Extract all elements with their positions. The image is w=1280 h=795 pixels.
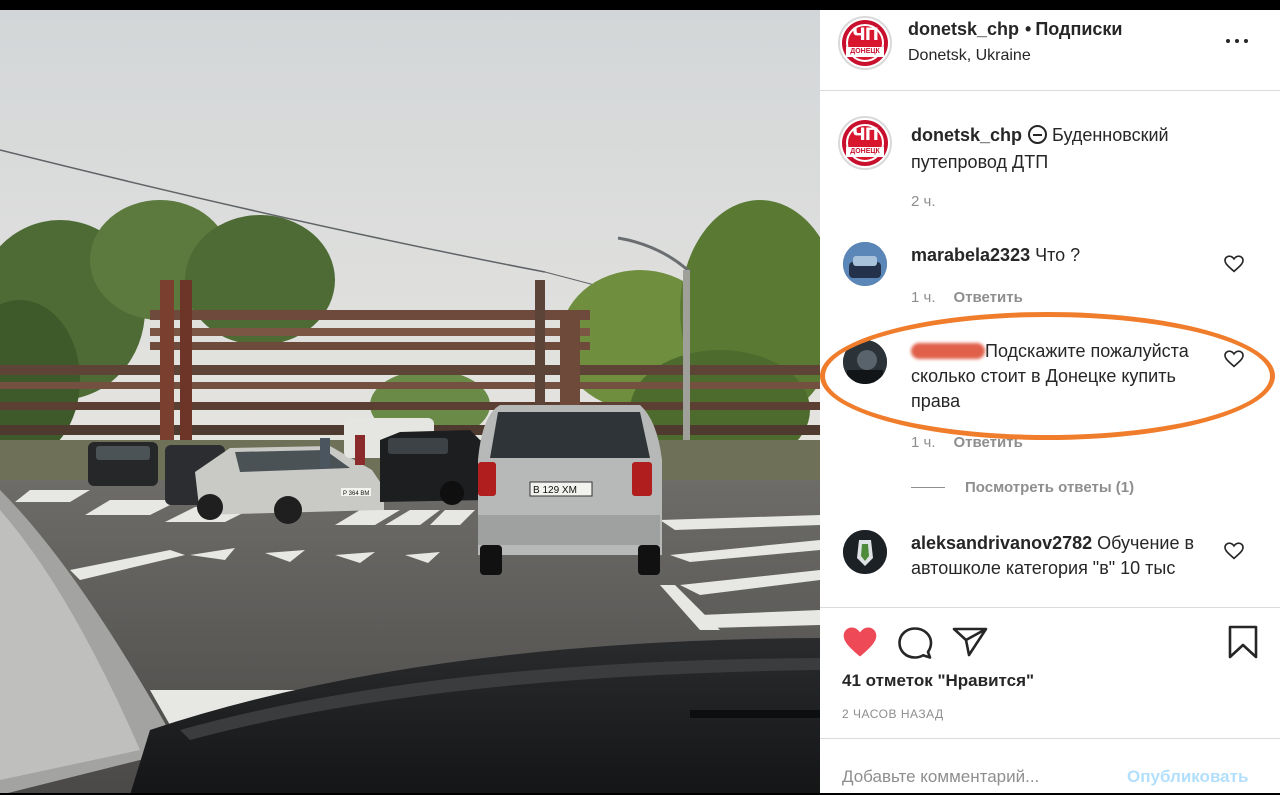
post-location[interactable]: Donetsk, Ukraine: [908, 47, 1031, 65]
comment: marabela2323 Что ?: [911, 243, 1211, 268]
caption-avatar[interactable]: ЧП ДОНЕЦК: [838, 116, 892, 170]
redacted-username[interactable]: [911, 343, 985, 359]
plate-left: Р 364 ВМ: [343, 491, 369, 497]
add-comment-input[interactable]: Добавьте комментарий...: [842, 767, 1039, 787]
plate-main: В 129 ХМ: [533, 485, 577, 496]
comment-username[interactable]: aleksandrivanov2782: [911, 533, 1092, 553]
header-separator: •: [1025, 19, 1032, 39]
avatar-logo-text: ЧП: [852, 25, 879, 45]
more-dot-icon: [1235, 39, 1239, 43]
avatar-logo-subtext: ДОНЕЦК: [846, 147, 884, 157]
post-header-user: donetsk_chp • Подписки: [908, 19, 1123, 40]
comment-like-heart-icon[interactable]: [1224, 350, 1244, 368]
input-divider: [820, 738, 1280, 739]
bookmark-icon[interactable]: [1228, 625, 1258, 659]
post-caption: donetsk_chp Буденновский путепровод ДТП: [911, 122, 1241, 176]
screen-top-bar: [0, 0, 1280, 10]
comment-username[interactable]: marabela2323: [911, 245, 1030, 265]
comment-like-heart-icon[interactable]: [1224, 542, 1244, 560]
comment-text: Что ?: [1035, 245, 1081, 265]
minus-circle-icon: [1028, 125, 1048, 144]
likes-count[interactable]: 41 отметок "Нравится": [842, 671, 1034, 691]
caption-time: 2 ч.: [911, 193, 936, 210]
post-timestamp: 2 ЧАСОВ НАЗАД: [842, 707, 944, 721]
reply-button[interactable]: Ответить: [954, 434, 1023, 451]
comment-meta: 1 ч. Ответить: [911, 434, 1023, 451]
following-button[interactable]: Подписки: [1035, 19, 1122, 39]
view-replies-button[interactable]: Посмотреть ответы (1): [911, 479, 1134, 496]
caption-username[interactable]: donetsk_chp: [911, 125, 1022, 145]
commenter-avatar[interactable]: [843, 530, 887, 574]
reply-button[interactable]: Ответить: [954, 289, 1023, 306]
author-avatar[interactable]: ЧП ДОНЕЦК: [838, 16, 892, 70]
commenter-avatar[interactable]: [843, 242, 887, 286]
comment: aleksandrivanov2782 Обучение в автошколе…: [911, 531, 1216, 581]
avatar-logo-text: ЧП: [852, 125, 879, 145]
avatar-logo-subtext: ДОНЕЦК: [846, 47, 884, 57]
post-side-panel: ЧП ДОНЕЦК donetsk_chp • Подписки Donetsk, …: [820, 10, 1280, 795]
comment-meta: 1 ч. Ответить: [911, 289, 1023, 306]
commenter-avatar[interactable]: [843, 340, 887, 384]
comments-divider: [820, 607, 1280, 608]
post-photo[interactable]: Р 364 ВМ В 129 ХМ: [0, 10, 820, 795]
more-options-button[interactable]: [1223, 28, 1253, 52]
comment-time: 1 ч.: [911, 434, 936, 451]
comment-time: 1 ч.: [911, 289, 936, 306]
comment: Подскажите пожалуйста сколько стоит в До…: [911, 339, 1216, 414]
like-heart-icon[interactable]: [842, 626, 878, 658]
comment-like-heart-icon[interactable]: [1224, 255, 1244, 273]
view-replies-label: Посмотреть ответы (1): [965, 479, 1135, 496]
share-paper-plane-icon[interactable]: [952, 626, 988, 658]
publish-button[interactable]: Опубликовать: [1127, 767, 1248, 787]
more-dot-icon: [1226, 39, 1230, 43]
replies-line: [911, 487, 945, 488]
more-dot-icon: [1244, 39, 1248, 43]
header-divider: [820, 90, 1280, 91]
author-username[interactable]: donetsk_chp: [908, 19, 1019, 39]
comment-bubble-icon[interactable]: [897, 626, 933, 660]
